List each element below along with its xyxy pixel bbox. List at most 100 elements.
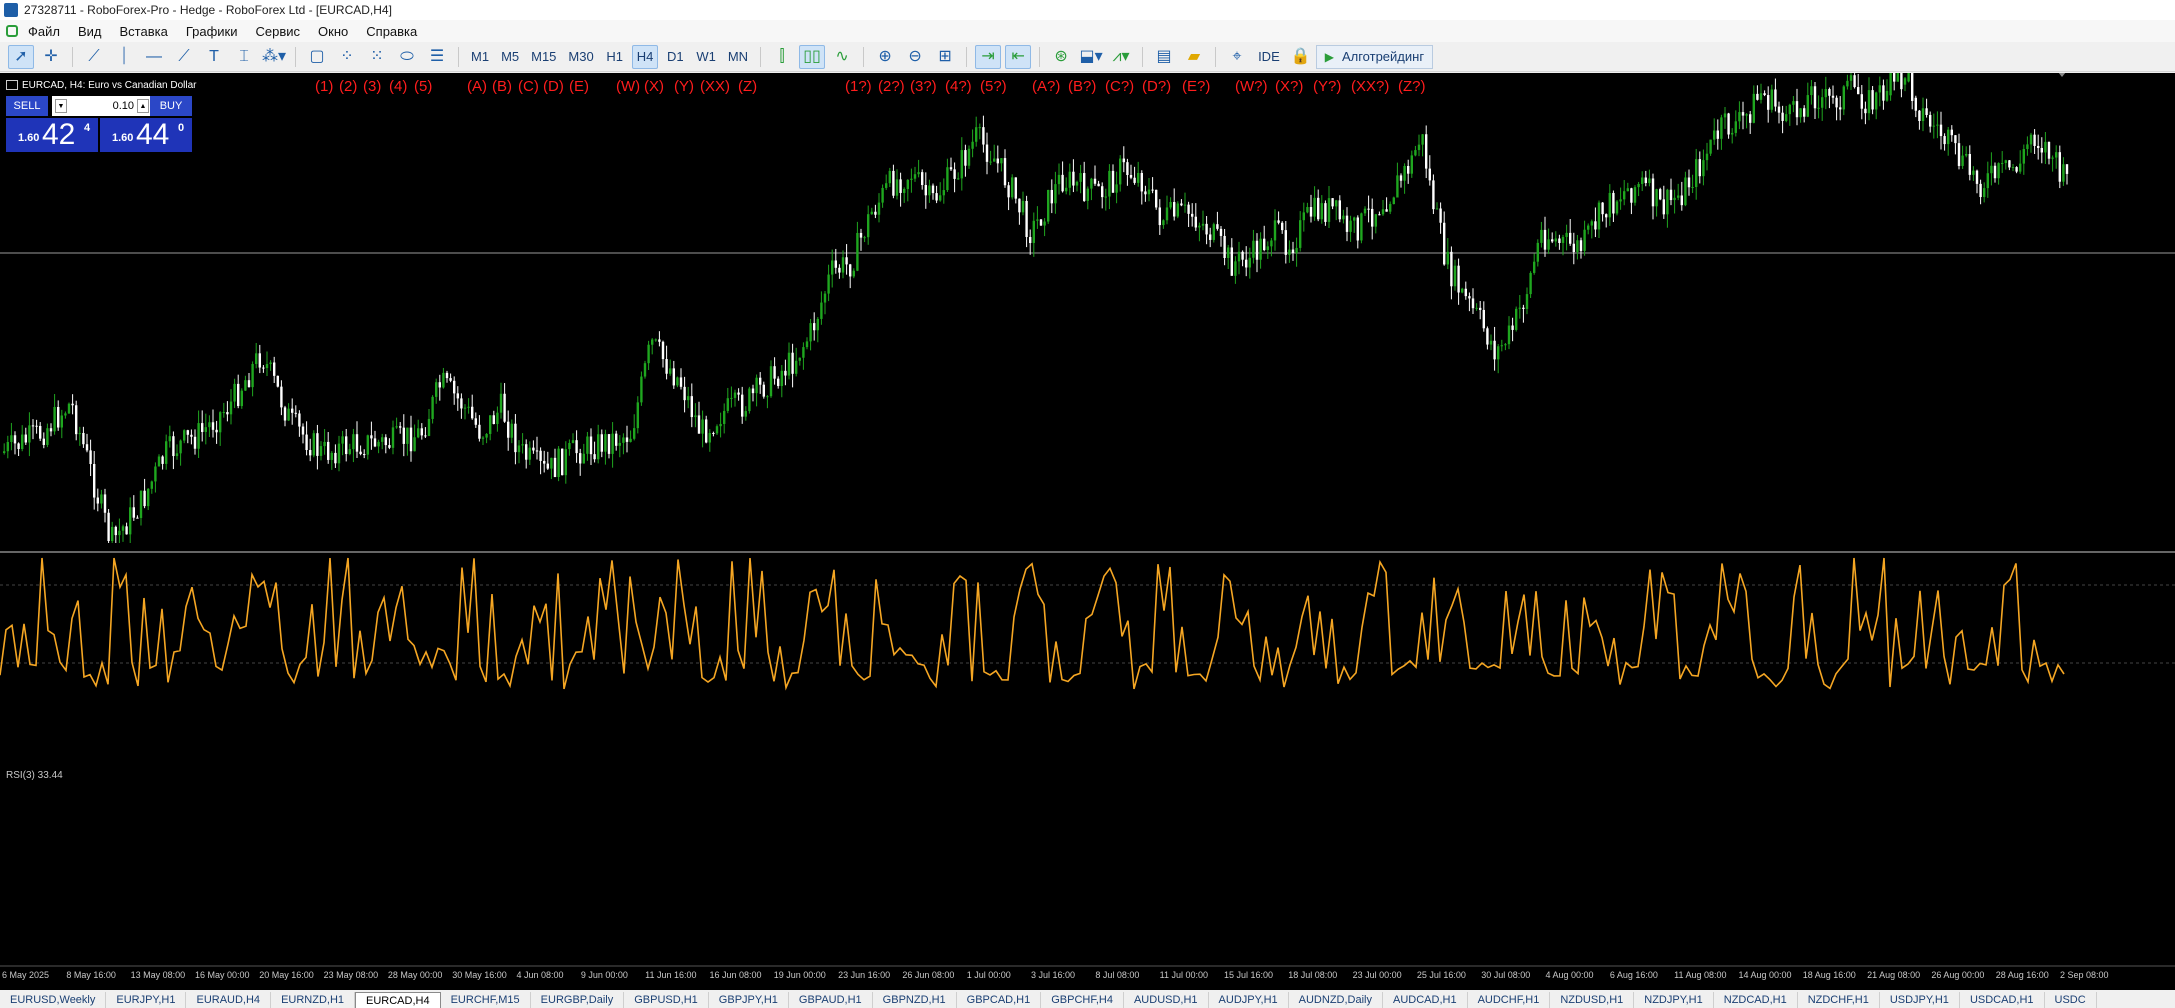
timeframe-w1[interactable]: W1 [692, 45, 720, 69]
ray-tool-icon[interactable]: ⟋ [171, 45, 197, 69]
wave-label[interactable]: (X?) [1275, 78, 1303, 95]
wave-label[interactable]: (C?) [1105, 78, 1134, 95]
chart-tab[interactable]: NZDCAD,H1 [1714, 992, 1798, 1008]
wave-label[interactable]: (D) [543, 78, 564, 95]
chart-tab[interactable]: AUDCHF,H1 [1468, 992, 1551, 1008]
chart-tab[interactable]: USDJPY,H1 [1880, 992, 1960, 1008]
rectangle-tool-icon[interactable]: ▢ [304, 45, 330, 69]
menu-window[interactable]: Окно [318, 24, 360, 39]
chart-tab[interactable]: NZDCHF,H1 [1798, 992, 1880, 1008]
chart-tab[interactable]: EURNZD,H1 [271, 992, 356, 1008]
wave-label[interactable]: (E) [569, 78, 589, 95]
wave-label[interactable]: (B) [492, 78, 512, 95]
tile-windows-icon[interactable]: ⊞ [932, 45, 958, 69]
horizontal-line-tool-icon[interactable]: ― [141, 45, 167, 69]
timeframe-h1[interactable]: H1 [602, 45, 628, 69]
lot-size-input[interactable]: ▼ 0.10 ▲ [52, 96, 152, 116]
chart-tab[interactable]: EURUSD,Weekly [0, 992, 107, 1008]
wave-label[interactable]: (3) [363, 78, 381, 95]
elliott-impulse-tool-icon[interactable]: ⁘ [334, 45, 360, 69]
wave-label[interactable]: (C) [518, 78, 539, 95]
text-label-tool-icon[interactable]: ⌶ [231, 45, 257, 69]
lot-decrease-icon[interactable]: ▼ [55, 99, 67, 113]
bid-price[interactable]: 1.60 42 4 [6, 118, 98, 152]
chart-window[interactable] [0, 73, 2175, 990]
chart-tab[interactable]: GBPUSD,H1 [624, 992, 709, 1008]
price-chart[interactable] [0, 73, 2175, 990]
wave-label[interactable]: (XX?) [1351, 78, 1389, 95]
timeframe-mn[interactable]: MN [724, 45, 752, 69]
vertical-line-tool-icon[interactable]: ⏐ [111, 45, 137, 69]
chart-tab[interactable]: GBPNZD,H1 [873, 992, 957, 1008]
cursor-tool-icon[interactable]: ➚ [8, 44, 34, 69]
wave-label[interactable]: (A?) [1032, 78, 1060, 95]
wave-label[interactable]: (4) [389, 78, 407, 95]
wave-label[interactable]: (Y?) [1313, 78, 1341, 95]
trendline-tool-icon[interactable]: ⟋ [81, 45, 107, 69]
wave-label[interactable]: (3?) [910, 78, 937, 95]
menu-charts[interactable]: Графики [186, 24, 250, 39]
wave-label[interactable]: (W) [616, 78, 640, 95]
timeframe-d1[interactable]: D1 [662, 45, 688, 69]
new-order-icon[interactable]: ⊛ [1048, 45, 1074, 69]
wave-label[interactable]: (Z) [738, 78, 757, 95]
chart-tab[interactable]: USDC [2045, 992, 2097, 1008]
navigator-icon[interactable]: ▰ [1181, 45, 1207, 69]
buy-button[interactable]: BUY [150, 96, 192, 116]
chart-tab[interactable]: NZDUSD,H1 [1550, 992, 1635, 1008]
chart-tab[interactable]: AUDUSD,H1 [1124, 992, 1209, 1008]
fibonacci-tool-icon[interactable]: ☰ [424, 45, 450, 69]
wave-label[interactable]: (X) [644, 78, 664, 95]
menu-file[interactable]: Файл [28, 24, 72, 39]
market-watch-icon[interactable]: ▤ [1151, 45, 1177, 69]
wave-label[interactable]: (E?) [1182, 78, 1210, 95]
zoom-out-icon[interactable]: ⊖ [902, 45, 928, 69]
chart-tab[interactable]: AUDCAD,H1 [1383, 992, 1468, 1008]
crosshair-tool-icon[interactable]: ✛ [38, 45, 64, 69]
chart-shift-icon[interactable]: ⇤ [1005, 44, 1032, 69]
wave-label[interactable]: (Z?) [1398, 78, 1426, 95]
wave-label[interactable]: (4?) [945, 78, 972, 95]
line-chart-icon[interactable]: ∿ [829, 45, 855, 69]
lot-increase-icon[interactable]: ▲ [137, 99, 149, 113]
chart-tab[interactable]: GBPAUD,H1 [789, 992, 873, 1008]
wave-label[interactable]: (1?) [845, 78, 872, 95]
chart-tab[interactable]: GBPCAD,H1 [957, 992, 1042, 1008]
wave-label[interactable]: (5?) [980, 78, 1007, 95]
strategy-tester-icon[interactable]: ⌖ [1224, 45, 1250, 69]
chart-tab[interactable]: EURJPY,H1 [106, 992, 187, 1008]
indicators-menu-icon[interactable]: ⬓▾ [1078, 45, 1104, 69]
menu-view[interactable]: Вид [78, 24, 114, 39]
sell-button[interactable]: SELL [6, 96, 48, 116]
wave-label[interactable]: (2?) [878, 78, 905, 95]
timeframe-m30[interactable]: M30 [564, 45, 597, 69]
chart-tab[interactable]: EURGBP,Daily [531, 992, 625, 1008]
ellipse-tool-icon[interactable]: ⬭ [394, 45, 420, 69]
elliott-correction-tool-icon[interactable]: ⁙ [364, 45, 390, 69]
menu-insert[interactable]: Вставка [120, 24, 180, 39]
chart-tab[interactable]: USDCAD,H1 [1960, 992, 2045, 1008]
ide-button[interactable]: IDE [1254, 45, 1284, 69]
chart-tab[interactable]: EURCHF,M15 [441, 992, 531, 1008]
timeframe-m1[interactable]: M1 [467, 45, 493, 69]
chart-tab[interactable]: AUDJPY,H1 [1209, 992, 1289, 1008]
ask-price[interactable]: 1.60 44 0 [100, 118, 192, 152]
timeframe-m15[interactable]: M15 [527, 45, 560, 69]
wave-label[interactable]: (B?) [1068, 78, 1096, 95]
text-tool-icon[interactable]: T [201, 45, 227, 69]
wave-label[interactable]: (1) [315, 78, 333, 95]
chart-tab[interactable]: GBPCHF,H4 [1041, 992, 1124, 1008]
chart-tab[interactable]: AUDNZD,Daily [1289, 992, 1383, 1008]
zoom-in-icon[interactable]: ⊕ [872, 45, 898, 69]
chart-tab[interactable]: EURCAD,H4 [355, 992, 441, 1008]
wave-label[interactable]: (A) [467, 78, 487, 95]
chart-templates-icon[interactable]: ⩘▾ [1108, 45, 1134, 69]
wave-label[interactable]: (Y) [674, 78, 694, 95]
wave-label[interactable]: (2) [339, 78, 357, 95]
wave-label[interactable]: (D?) [1142, 78, 1171, 95]
chart-tab[interactable]: EURAUD,H4 [186, 992, 272, 1008]
menu-help[interactable]: Справка [366, 24, 429, 39]
wave-label[interactable]: (XX) [700, 78, 730, 95]
autoscroll-icon[interactable]: ⇥ [975, 44, 1002, 69]
wave-label[interactable]: (5) [414, 78, 432, 95]
